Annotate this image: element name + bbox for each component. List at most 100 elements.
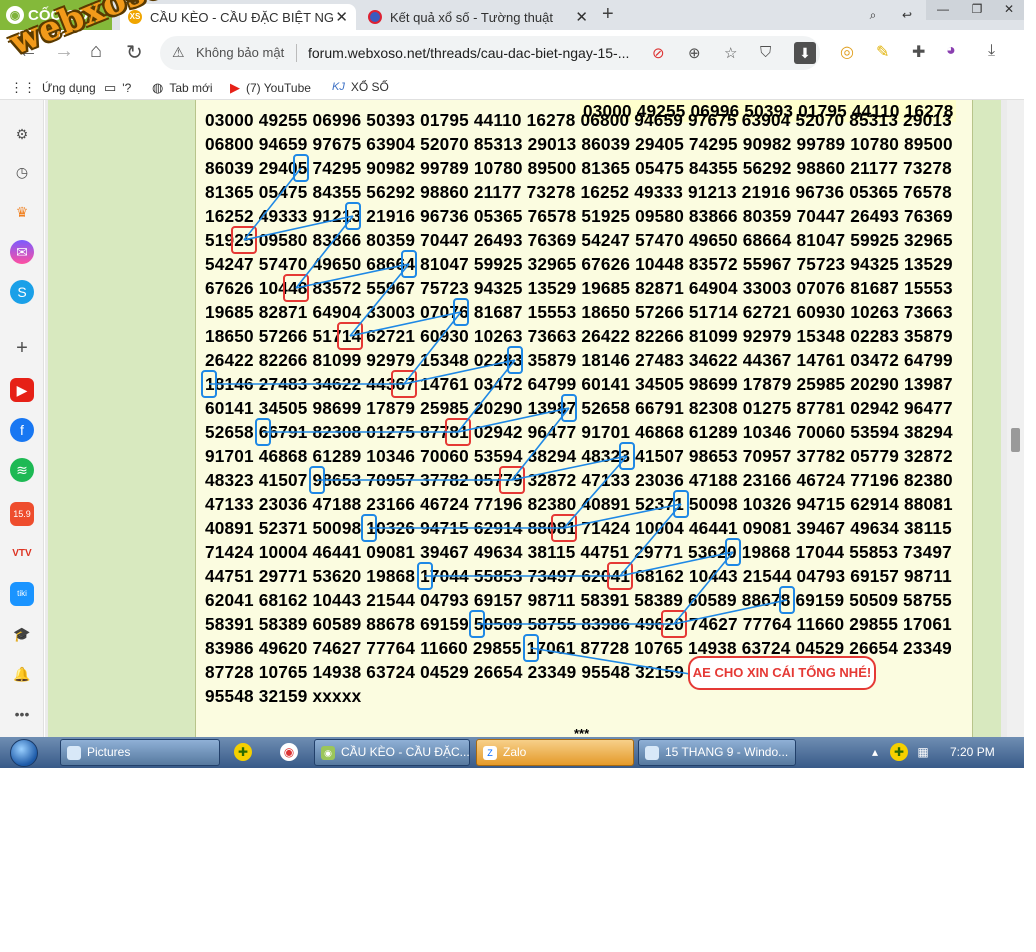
browser-sidebar: ⚙ ◷ ♛ ✉ S + ▶ f ≋ 15.9 VTV tiki 🎓 🔔 ••• [0, 100, 44, 737]
bookmark-xoso[interactable]: KJ XỔ SỐ [332, 80, 389, 94]
graduation-cap-icon[interactable]: 🎓 [10, 622, 34, 646]
web-page: 03000 49255 06996 50393 01795 44110 1627… [45, 100, 1024, 737]
tab-close-icon[interactable]: ✕ [335, 8, 348, 26]
crown-icon[interactable]: ♛ [10, 200, 34, 224]
url-text[interactable]: forum.webxoso.net/threads/cau-dac-biet-n… [308, 45, 629, 61]
browser-toolbar: ← → ⌂ ↻ ⚠ Không bảo mật forum.webxoso.ne… [0, 30, 1024, 76]
number-line: 54247 57470 49650 68664 81047 59925 3296… [205, 254, 953, 274]
add-icon[interactable]: + [10, 336, 34, 360]
network-icon[interactable]: ▦ [914, 743, 932, 761]
taskbar-label: 15 THANG 9 - Windo... [665, 745, 789, 759]
taskbar-label: Pictures [87, 745, 131, 759]
number-line: 52658 66791 82308 01275 87781 02942 9647… [205, 422, 953, 442]
tab-close-icon[interactable]: ✕ [575, 8, 588, 26]
chrome-icon[interactable]: ◉ [280, 743, 298, 761]
tray-plus-icon[interactable]: ✚ [890, 743, 908, 761]
blocked-popup-icon[interactable]: ⊘ [652, 44, 665, 62]
address-bar[interactable]: ⚠ Không bảo mật forum.webxoso.net/thread… [160, 36, 820, 70]
folder-icon [67, 746, 81, 760]
kj-icon: KJ [332, 81, 345, 93]
taskbar-item-zalo[interactable]: Z Zalo [476, 739, 634, 766]
tab-title: Kết quả xổ số - Tường thuật [390, 9, 553, 25]
minimize-button[interactable]: — [926, 0, 960, 20]
vtv-icon[interactable]: VTV [10, 542, 34, 566]
coccoc-extension-icon[interactable]: ◎ [840, 42, 854, 62]
new-tab-button[interactable]: + [602, 3, 614, 26]
number-line: 51925 09580 83866 80359 70447 26493 7636… [205, 230, 953, 250]
taskbar-item-photos[interactable]: 15 THANG 9 - Windo... [638, 739, 796, 766]
windows-taskbar: Pictures ✚ ◉ ◉ CẦU KÈO - CẦU ĐẶC... Z Za… [0, 737, 1024, 768]
number-line: 03000 49255 06996 50393 01795 44110 1627… [205, 110, 952, 130]
page-scrollbar[interactable] [1007, 100, 1024, 737]
folder-icon: ▭ [104, 80, 117, 95]
number-line: 16252 49333 91213 21916 96736 05365 7657… [205, 206, 953, 226]
reload-icon[interactable]: ↻ [126, 40, 143, 65]
left-column [48, 100, 195, 737]
security-label[interactable]: Không bảo mật [196, 45, 284, 60]
pencil-icon[interactable]: ✎ [876, 42, 889, 62]
coccoc-icon: ◉ [321, 746, 335, 760]
bookmark-new-tab[interactable]: ◍ Tab mới [152, 80, 213, 96]
number-line: 18650 57266 51714 62721 60930 10263 7366… [205, 326, 953, 346]
right-column [973, 100, 1001, 737]
bookmark-youtube[interactable]: ▶ (7) YouTube [230, 80, 311, 96]
tab-favicon-icon [368, 10, 382, 24]
bookmark-apps[interactable]: ⋮⋮ Ứng dụng [10, 80, 96, 96]
quick-launch-plus-icon[interactable]: ✚ [234, 743, 252, 761]
extensions-icon[interactable]: ✚ [912, 42, 925, 62]
callout-bubble: AE CHO XIN CÁI TỔNG NHÉ! [688, 656, 876, 690]
shopee-icon[interactable]: 15.9 [10, 502, 34, 526]
taskbar-item-pictures[interactable]: Pictures [60, 739, 220, 766]
number-line: 19685 82871 64904 33003 07076 81687 1555… [205, 302, 953, 322]
number-line: 18146 27483 34622 44367 14761 03472 6479… [205, 374, 953, 394]
taskbar-label: CẦU KÈO - CẦU ĐẶC... [341, 745, 470, 759]
restore-button[interactable]: ❐ [960, 0, 994, 20]
post-separator: *** [574, 726, 590, 737]
home-icon[interactable]: ⌂ [90, 40, 102, 63]
forum-post: 03000 49255 06996 50393 01795 44110 1627… [195, 100, 973, 737]
number-line: 47133 23036 47188 23166 46724 77196 8238… [205, 494, 953, 514]
zalo-icon: Z [483, 746, 497, 760]
history-icon[interactable]: ◷ [10, 160, 34, 184]
bookmark-folder[interactable]: ▭ '? [104, 80, 131, 96]
taskbar-item-cau-keo[interactable]: ◉ CẦU KÈO - CẦU ĐẶC... [314, 739, 470, 766]
bookmark-star-icon[interactable]: ☆ [724, 44, 737, 62]
bookmark-label: XỔ SỐ [350, 80, 389, 94]
shield-icon[interactable]: ⛉ [760, 44, 771, 61]
number-line: 86039 29405 74295 90982 99789 10780 8950… [205, 158, 952, 178]
more-icon[interactable]: ••• [10, 702, 34, 726]
tiki-icon[interactable]: tiki [10, 582, 34, 606]
bookmark-label: (7) YouTube [246, 81, 311, 95]
close-button[interactable]: ✕ [994, 0, 1024, 20]
messenger-icon[interactable]: ✉ [10, 240, 34, 264]
spotify-icon[interactable]: ≋ [10, 458, 34, 482]
number-line: 48323 41507 98653 70957 37782 05779 3287… [205, 470, 953, 490]
apps-grid-icon: ⋮⋮ [10, 80, 36, 95]
bookmark-label: '? [122, 81, 132, 95]
screenshot-frame: ◉ CỐC CỐC XS CẦU KÈO - CẦU ĐẶC BIỆT NG ✕… [0, 0, 1024, 768]
settings-gear-icon[interactable]: ⚙ [10, 122, 34, 146]
skype-icon[interactable]: S [10, 280, 34, 304]
tab-search-icon[interactable]: ⌕ [856, 6, 890, 26]
number-line: 87728 10765 14938 63724 04529 26654 2334… [205, 662, 684, 682]
download-video-icon[interactable]: ⬇ [794, 42, 816, 64]
downloads-icon[interactable]: ⤓ [988, 42, 995, 60]
zoom-icon[interactable]: ⊕ [688, 44, 701, 62]
start-button[interactable] [6, 737, 42, 768]
number-line: 91701 46868 61289 10346 70060 53594 3829… [205, 446, 953, 466]
globe-icon: ◍ [152, 80, 164, 95]
youtube-icon: ▶ [230, 80, 240, 95]
scrollbar-thumb[interactable] [1011, 428, 1020, 452]
bookmark-label: Tab mới [169, 81, 213, 95]
facebook-icon[interactable]: f [10, 418, 34, 442]
tray-arrow-icon[interactable]: ▴ [866, 743, 884, 761]
tab-ket-qua[interactable]: Kết quả xổ số - Tường thuật ✕ [360, 4, 596, 30]
number-line: 60141 34505 98699 17879 25985 20290 1398… [205, 398, 953, 418]
number-line: 58391 58389 60589 88678 69159 50509 5875… [205, 614, 952, 634]
notification-bell-icon[interactable]: 🔔 [10, 662, 34, 686]
youtube-icon[interactable]: ▶ [10, 378, 34, 402]
back-arrow-icon[interactable]: ↩ [890, 6, 924, 26]
bookmarks-bar: ⋮⋮ Ứng dụng ▭ '? ◍ Tab mới ▶ (7) YouTube… [0, 76, 1024, 100]
number-line: 40891 52371 50098 10326 94715 62914 8808… [205, 518, 952, 538]
profile-avatar-icon[interactable]: ◕ [946, 42, 956, 60]
